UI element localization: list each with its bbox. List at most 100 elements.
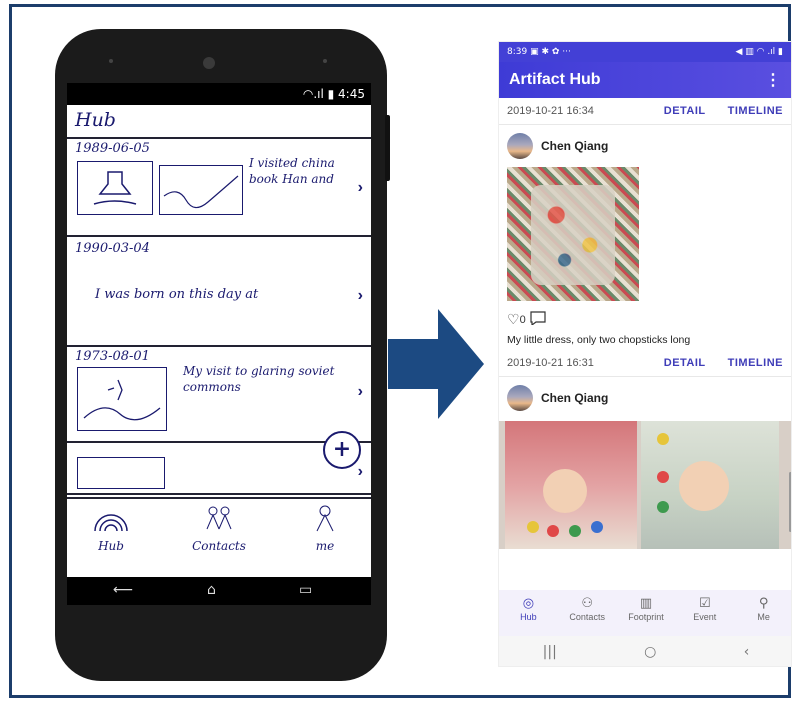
sketch-artifact-icon	[93, 171, 137, 205]
map-icon: ▥	[639, 596, 653, 611]
sketch-card[interactable]: 1990-03-04 I was born on this day at ›	[67, 237, 371, 347]
dress-image	[531, 185, 615, 285]
baby-photo-left	[505, 421, 637, 549]
rainbow-icon	[71, 503, 151, 539]
sketch-nav-label: me	[315, 539, 335, 553]
sketch-card[interactable]: 1973-08-01 My visit to glaring soviet co…	[67, 347, 371, 443]
person-icon	[285, 503, 365, 539]
sketch-card-text: I visited china book Han and	[249, 156, 335, 186]
notification-icons: ▣ ✱ ✿ ···	[530, 47, 571, 57]
back-icon[interactable]: ‹	[744, 644, 750, 660]
avatar	[507, 133, 533, 159]
post-photo[interactable]	[507, 167, 639, 301]
sketch-line-icon	[163, 175, 239, 209]
sketch-status-bar: ◠.ıl ▮ 4:45	[67, 83, 371, 105]
calendar-icon: ☑	[698, 596, 711, 611]
arrow-right-icon	[388, 309, 484, 419]
nav-hub[interactable]: ◎ Hub	[499, 590, 558, 636]
bottom-nav: ◎ Hub ⚇ Contacts ▥ Footprint ☑ Event ⚲ M…	[499, 590, 791, 636]
recents-icon[interactable]: ▭	[299, 582, 312, 598]
sketch-header: Hub	[67, 105, 371, 139]
people-icon	[179, 503, 259, 539]
nav-footprint[interactable]: ▥ Footprint	[617, 590, 676, 636]
avatar	[507, 385, 533, 411]
sketch-card-date: 1989-06-05	[75, 141, 150, 156]
nav-label: Contacts	[569, 612, 605, 622]
chevron-right-icon: ›	[357, 383, 363, 400]
sketch-image-placeholder	[77, 161, 153, 215]
like-count: 0	[519, 313, 526, 326]
sketch-phone: ◠.ıl ▮ 4:45 Hub 1989-06-05 I visited chi…	[55, 29, 390, 681]
add-button[interactable]: +	[323, 431, 361, 469]
back-icon[interactable]: ⟵	[113, 582, 133, 598]
chevron-right-icon: ›	[357, 179, 363, 196]
system-nav-bar: ||| ○ ‹	[499, 636, 791, 666]
side-button	[385, 115, 390, 181]
camera-icon	[203, 57, 215, 69]
app-bar: Artifact Hub ⋮	[499, 62, 791, 98]
sketch-card-date: 1990-03-04	[75, 241, 150, 256]
sketch-nav-label: Contacts	[192, 539, 246, 553]
sketch-map-icon	[83, 379, 161, 421]
sketch-card[interactable]: 1989-06-05 I visited china book Han and …	[67, 139, 371, 237]
post-caption: My little dress, only two chopsticks lon…	[507, 334, 691, 346]
chevron-right-icon: ›	[357, 463, 363, 480]
app-title: Artifact Hub	[509, 71, 601, 88]
wifi-signal-battery-icon: ◠.ıl ▮	[302, 87, 335, 101]
post-date: 2019-10-21 16:31	[507, 357, 594, 369]
timeline-button[interactable]: TIMELINE	[728, 357, 783, 369]
nav-contacts[interactable]: ⚇ Contacts	[558, 590, 617, 636]
nav-label: Hub	[520, 612, 537, 622]
sketch-screen: ◠.ıl ▮ 4:45 Hub 1989-06-05 I visited chi…	[67, 83, 371, 577]
sketch-chart-placeholder	[159, 165, 243, 215]
detail-button[interactable]: DETAIL	[664, 105, 706, 117]
detail-button[interactable]: DETAIL	[664, 357, 706, 369]
post-user[interactable]: Chen Qiang	[499, 377, 791, 419]
contacts-icon: ⚇	[581, 596, 594, 611]
timeline-button[interactable]: TIMELINE	[728, 105, 783, 117]
sketch-card-text: I was born on this day at	[95, 287, 259, 302]
sketch-card-date: 1973-08-01	[75, 349, 150, 364]
user-name: Chen Qiang	[541, 391, 609, 405]
sketch-nav-hub[interactable]: Hub	[71, 503, 151, 553]
app-status-time: 8:39	[507, 47, 528, 57]
sketch-map-placeholder	[77, 367, 167, 431]
app-screen: 8:39 ▣ ✱ ✿ ··· ◀ ▥ ◠ .ıl ▮ Artifact Hub …	[498, 41, 792, 667]
comment-icon[interactable]	[530, 311, 546, 328]
user-name: Chen Qiang	[541, 139, 609, 153]
sketch-nav-me[interactable]: me	[285, 503, 365, 553]
nav-label: Event	[693, 612, 717, 622]
signal-battery-icon: ◀ ▥ ◠ .ıl ▮	[735, 47, 783, 57]
sketch-system-bar: ⟵ ⌂ ▭	[67, 577, 371, 605]
sketch-nav-contacts[interactable]: Contacts	[179, 503, 259, 553]
figure-frame: ◠.ıl ▮ 4:45 Hub 1989-06-05 I visited chi…	[9, 4, 792, 698]
scrollbar[interactable]	[789, 472, 791, 532]
sensor-dot	[109, 59, 113, 63]
post-user[interactable]: Chen Qiang	[499, 125, 791, 167]
sensor-dot	[323, 59, 327, 63]
home-icon[interactable]: ⌂	[207, 582, 216, 598]
heart-icon[interactable]: ♡	[507, 311, 520, 328]
sketch-page-title: Hub	[75, 109, 116, 131]
nav-me[interactable]: ⚲ Me	[734, 590, 791, 636]
sketch-status-time: 4:45	[338, 87, 365, 101]
home-icon[interactable]: ○	[644, 644, 656, 660]
hub-icon: ◎	[522, 596, 535, 611]
recents-icon[interactable]: |||	[543, 644, 557, 660]
sketch-nav-label: Hub	[98, 539, 124, 553]
post-photo[interactable]	[499, 421, 791, 549]
nav-event[interactable]: ☑ Event	[675, 590, 734, 636]
app-status-bar: 8:39 ▣ ✱ ✿ ··· ◀ ▥ ◠ .ıl ▮	[499, 42, 791, 62]
sketch-bottom-nav: Hub Contacts me	[67, 497, 371, 577]
more-vert-icon[interactable]: ⋮	[765, 70, 781, 90]
post-date: 2019-10-21 16:34	[507, 105, 594, 117]
post-header-row: 2019-10-21 16:34 DETAIL TIMELINE	[499, 98, 791, 125]
person-icon: ⚲	[758, 596, 769, 611]
sketch-card-text: My visit to glaring soviet commons	[183, 364, 335, 394]
sketch-image-placeholder	[77, 457, 165, 489]
baby-photo-right	[641, 421, 779, 549]
post-header-row: 2019-10-21 16:31 DETAIL TIMELINE	[499, 350, 791, 377]
nav-label: Me	[757, 612, 770, 622]
nav-label: Footprint	[628, 612, 664, 622]
chevron-right-icon: ›	[357, 287, 363, 304]
